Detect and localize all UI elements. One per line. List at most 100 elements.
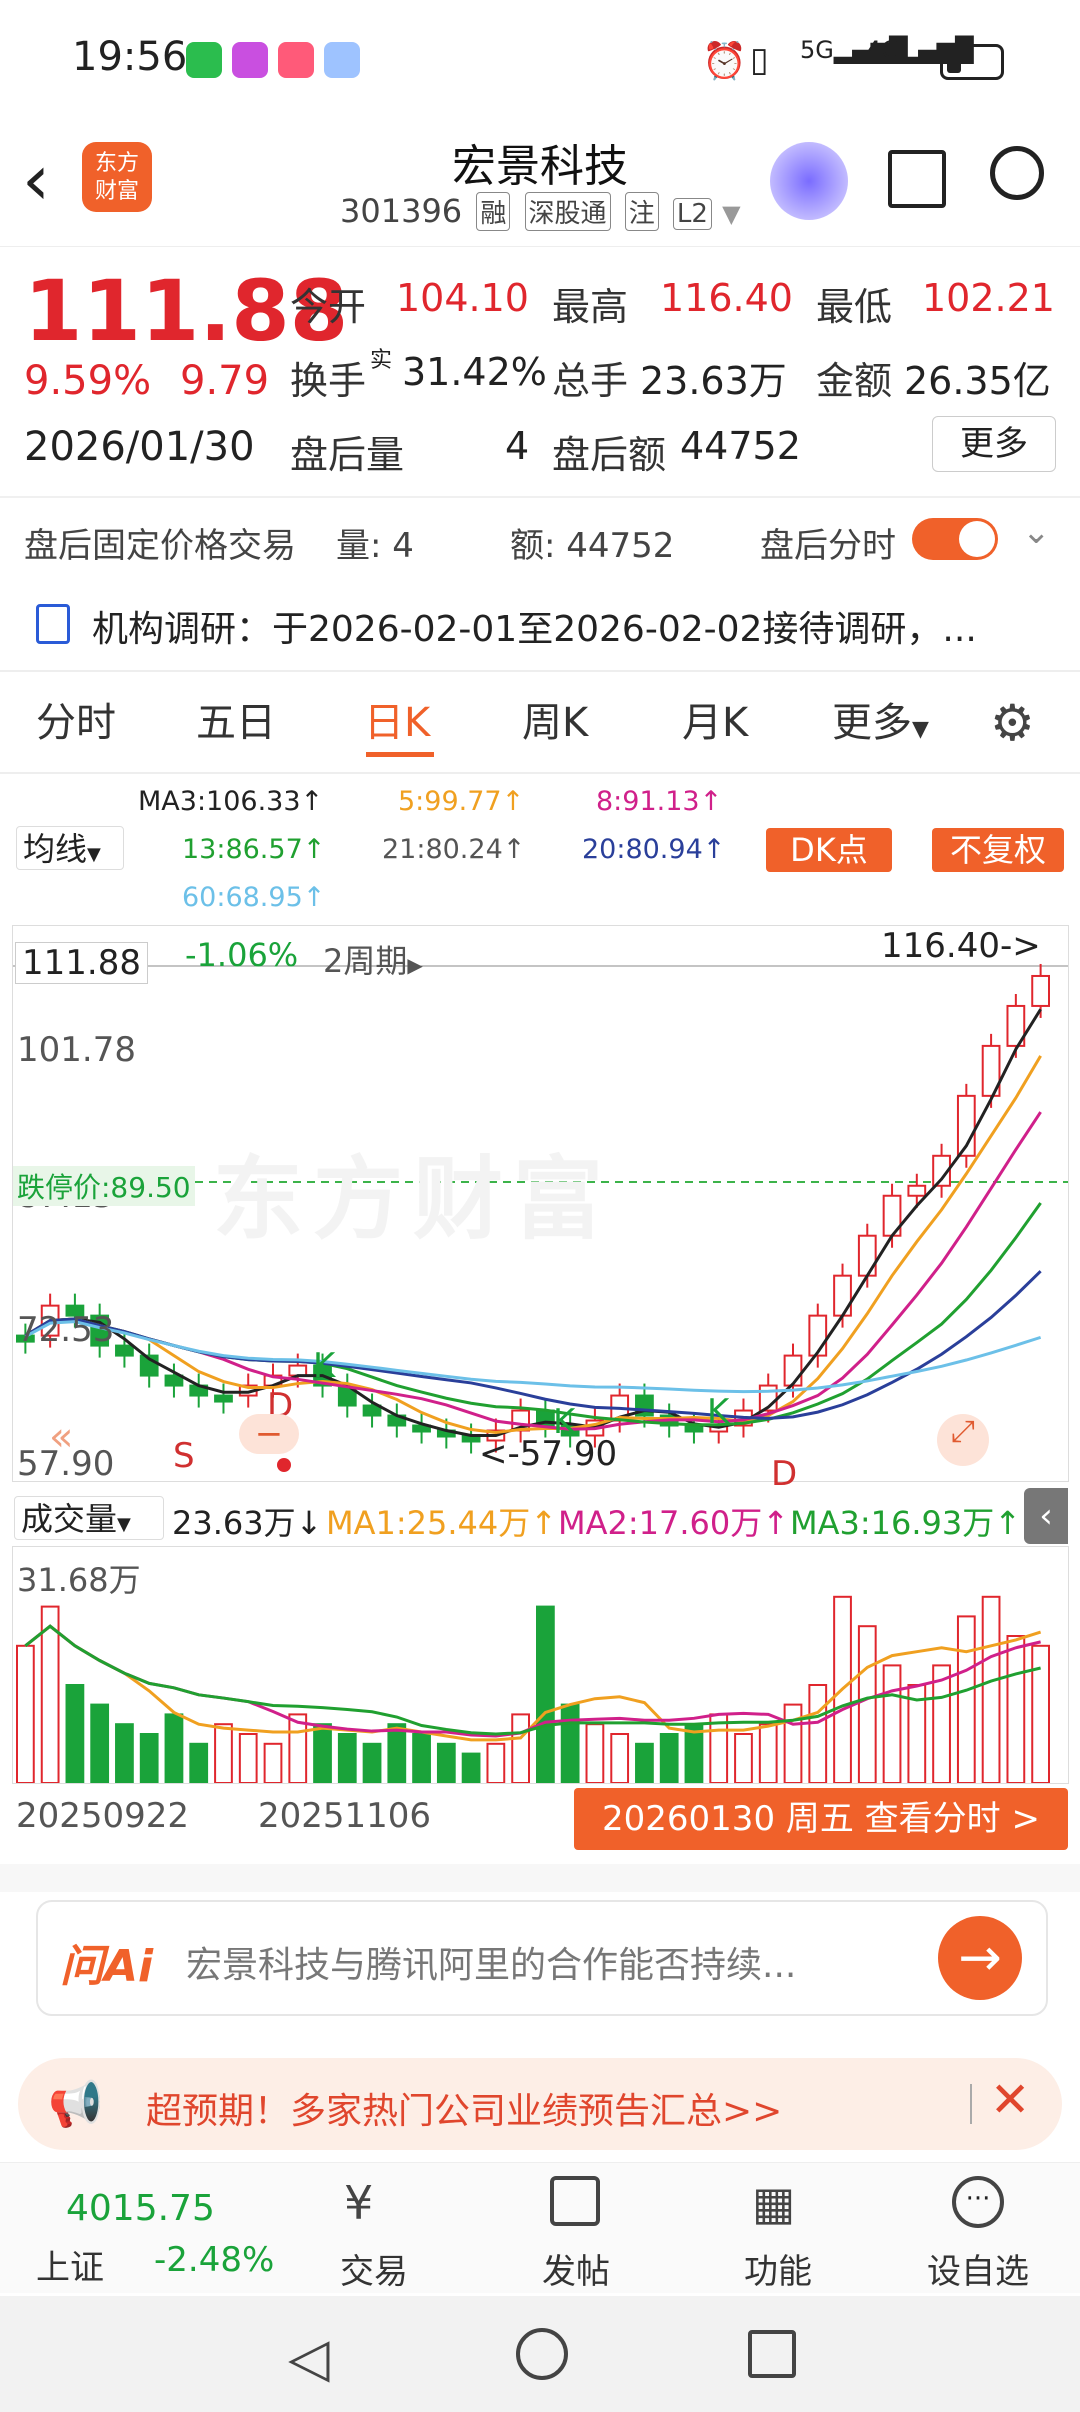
caret-down-icon: ▼ (912, 717, 929, 742)
nav-recents-icon[interactable] (748, 2330, 796, 2378)
chevron-down-icon[interactable]: ⌄ (1022, 512, 1051, 552)
tab-weekly-k[interactable]: 周K (522, 690, 588, 748)
nav-trade[interactable]: 交易 (304, 2244, 444, 2293)
tag-level2: L2 (672, 198, 712, 230)
adjust-button[interactable]: 不复权 (932, 828, 1064, 872)
ai-brand: 问Ai (60, 1941, 154, 1992)
candle-body (1031, 974, 1051, 1007)
nav-post[interactable]: 发帖 (506, 2244, 646, 2293)
marker-k: K (707, 1392, 730, 1432)
indicator-dot (277, 1458, 291, 1472)
ai-question-text: 宏景科技与腾讯阿里的合作能否持续... (186, 1945, 797, 1986)
index-value[interactable]: 4015.75 (66, 2188, 215, 2229)
volume-chart[interactable]: 31.68万 (12, 1546, 1069, 1784)
volume-ma3: MA3:16.93万↑ (790, 1504, 1022, 1542)
share-icon[interactable] (888, 150, 946, 208)
tab-more[interactable]: 更多▼ (832, 690, 929, 748)
nav-add-watchlist[interactable]: 设自选 (908, 2244, 1048, 2293)
marker-k: K (553, 1402, 576, 1442)
caret-down-icon: ▼ (117, 1514, 131, 1535)
document-icon (36, 604, 70, 644)
tab-daily-k[interactable]: 日K (364, 690, 430, 748)
fullscreen-icon[interactable]: ⤢ (937, 1414, 989, 1466)
close-icon[interactable]: ✕ (990, 2072, 1030, 2128)
volume-bar (1031, 1644, 1051, 1783)
tag-margin: 融 (476, 192, 511, 231)
index-name[interactable]: 上证 (36, 2240, 104, 2289)
indicator-selector[interactable]: 成交量▼ (14, 1496, 164, 1540)
ai-robot-icon[interactable] (770, 142, 848, 220)
ai-question-bar[interactable]: 问Ai 宏景科技与腾讯阿里的合作能否持续... → (36, 1900, 1048, 2016)
change-percent: 9.59% (24, 358, 152, 404)
volume-bar (932, 1664, 951, 1783)
interval-change: -1.06% (185, 936, 299, 974)
search-icon[interactable] (990, 146, 1044, 200)
zoom-out-icon[interactable]: − (239, 1414, 299, 1454)
stock-code: 301396 (340, 192, 463, 230)
volume-bar (387, 1723, 407, 1783)
promo-banner[interactable]: 📢 超预期！多家热门公司业绩预告汇总>> ✕ (18, 2058, 1062, 2150)
interval-period[interactable]: 2周期▶ (323, 936, 423, 982)
chevron-down-icon: ▼ (722, 200, 741, 228)
candle-body (684, 1424, 704, 1433)
after-hours-toggle[interactable] (912, 518, 998, 560)
low-value: 102.21 (922, 276, 1055, 320)
status-time: 19:56 (72, 34, 188, 80)
after-hours-toggle-label: 盘后分时 (760, 526, 896, 566)
stock-code-row[interactable]: 301396 融 深股通 注 L2 ▼ (340, 192, 741, 231)
music-icon (278, 42, 314, 78)
volume-bar (189, 1742, 209, 1783)
volume-bar (734, 1733, 753, 1783)
low-label: 最低 (816, 285, 893, 329)
nav-function[interactable]: 功能 (708, 2244, 848, 2293)
view-intraday-button[interactable]: 20260130 周五 查看分时 > (574, 1788, 1068, 1850)
dk-point-button[interactable]: DK点 (766, 828, 892, 872)
marker-d: D (771, 1454, 798, 1494)
volume-bar (461, 1752, 481, 1783)
tab-intraday[interactable]: 分时 (36, 690, 116, 748)
more-button[interactable]: 更多 (932, 416, 1056, 472)
after-amount-value: 44752 (680, 424, 801, 468)
volume-bar (758, 1723, 778, 1783)
ma-selector[interactable]: 均线▼ (16, 826, 124, 870)
trade-icon: ¥ (344, 2176, 374, 2230)
vibrate-icon: ▯ (750, 40, 769, 80)
kline-chart[interactable]: 东方财富 111.88 -1.06% 2周期▶ 116.40-> 101.78 … (12, 925, 1069, 1494)
open-label: 今开 (290, 285, 367, 329)
tab-monthly-k[interactable]: 月K (682, 690, 748, 748)
volume-bar (436, 1742, 456, 1783)
volume-bar (783, 1703, 803, 1783)
volume-ma1: MA1:25.44万↑ (326, 1504, 558, 1542)
volume-bar (313, 1723, 332, 1783)
high-value: 116.40 (660, 276, 793, 320)
divider (0, 496, 1080, 498)
volume-bar (1006, 1635, 1026, 1783)
after-volume-value: 4 (505, 424, 530, 468)
volume-bar (263, 1742, 283, 1783)
marker-k: K (313, 1346, 336, 1386)
quote-date: 2026/01/30 (24, 424, 255, 470)
volume-bar (635, 1742, 654, 1783)
ma60-value: 60:68.95↑ (182, 882, 326, 913)
candle-body (783, 1354, 803, 1387)
tag-connect: 深股通 (524, 192, 611, 231)
after-hours-amt: 额: 44752 (510, 526, 675, 566)
nav-back-icon[interactable]: ◁ (288, 2326, 330, 2389)
volume-bar (560, 1703, 580, 1783)
volume-bar (659, 1733, 679, 1783)
volume-bar (486, 1742, 506, 1783)
volume-bar (857, 1625, 877, 1783)
scroll-left-icon[interactable]: « (49, 1414, 73, 1460)
tab-five-day[interactable]: 五日 (196, 690, 276, 748)
news-item[interactable]: 机构调研：于2026-02-01至2026-02-02接待调研，... (92, 600, 1052, 652)
index-change[interactable]: -2.48% (154, 2240, 274, 2280)
volume-canvas (16, 1595, 1051, 1783)
arrow-right-icon[interactable]: → (938, 1916, 1022, 2000)
settings-gear-icon[interactable]: ⚙ (990, 694, 1035, 752)
status-bar: 19:56 ⏰ ▯ 5G▂▄▆█ 4G▂▄▆█ (0, 0, 1080, 120)
nav-home-icon[interactable] (516, 2328, 568, 2380)
volume-bar (362, 1742, 382, 1783)
collapse-panel-icon[interactable]: ‹ (1024, 1488, 1068, 1544)
after-hours-label: 盘后固定价格交易 (24, 526, 296, 566)
open-value: 104.10 (396, 276, 529, 320)
